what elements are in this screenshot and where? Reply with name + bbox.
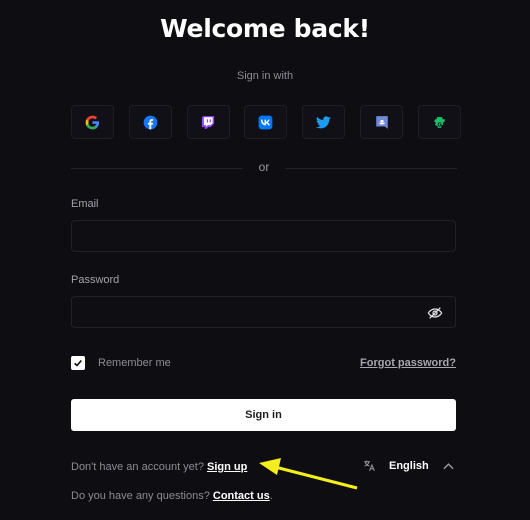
password-field-wrapper	[71, 296, 456, 328]
email-label: Email	[71, 198, 99, 210]
social-login-row	[71, 105, 461, 140]
email-input[interactable]	[72, 221, 455, 251]
discord-icon	[375, 115, 388, 129]
eye-slash-icon[interactable]	[427, 305, 443, 321]
or-divider: or	[71, 160, 457, 176]
contact-prompt: Do you have any questions? Contact us.	[71, 490, 273, 502]
remember-me-checkbox[interactable]	[71, 356, 85, 370]
facebook-login-button[interactable]	[128, 105, 172, 139]
signup-prompt: Don't have an account yet? Sign up	[71, 461, 247, 473]
twitter-icon	[316, 115, 332, 128]
google-icon	[85, 115, 100, 129]
sign-up-link[interactable]: Sign up	[207, 461, 247, 473]
remember-me-label: Remember me	[98, 357, 171, 369]
discord-login-button[interactable]	[360, 105, 404, 139]
guilded-icon	[434, 116, 445, 128]
vk-login-button[interactable]	[244, 105, 288, 139]
divider-text: or	[258, 160, 270, 174]
email-field-wrapper	[71, 220, 456, 252]
signup-prompt-text: Don't have an account yet?	[71, 461, 204, 473]
chevron-up-icon[interactable]	[443, 462, 454, 470]
contact-prompt-text: Do you have any questions?	[71, 490, 210, 502]
forgot-password-link[interactable]: Forgot password?	[360, 357, 456, 369]
twitch-login-button[interactable]	[186, 105, 230, 139]
password-label: Password	[71, 274, 120, 286]
language-selector[interactable]: English	[363, 459, 454, 472]
divider-line-right	[285, 168, 457, 169]
google-login-button[interactable]	[71, 105, 114, 139]
guilded-login-button[interactable]	[417, 105, 461, 139]
language-label[interactable]: English	[389, 460, 429, 472]
twitch-icon	[202, 115, 215, 129]
vk-icon	[259, 115, 273, 129]
sign-in-with-label: Sign in with	[236, 70, 294, 82]
checkmark-icon	[74, 359, 82, 367]
page-title: Welcome back!	[160, 14, 370, 43]
facebook-icon	[143, 115, 158, 129]
remember-me: Remember me	[71, 356, 171, 370]
sign-in-button[interactable]: Sign in	[71, 399, 456, 431]
arrow-pointer-annotation	[259, 458, 358, 490]
twitter-login-button[interactable]	[302, 105, 346, 139]
password-input[interactable]	[72, 297, 455, 327]
